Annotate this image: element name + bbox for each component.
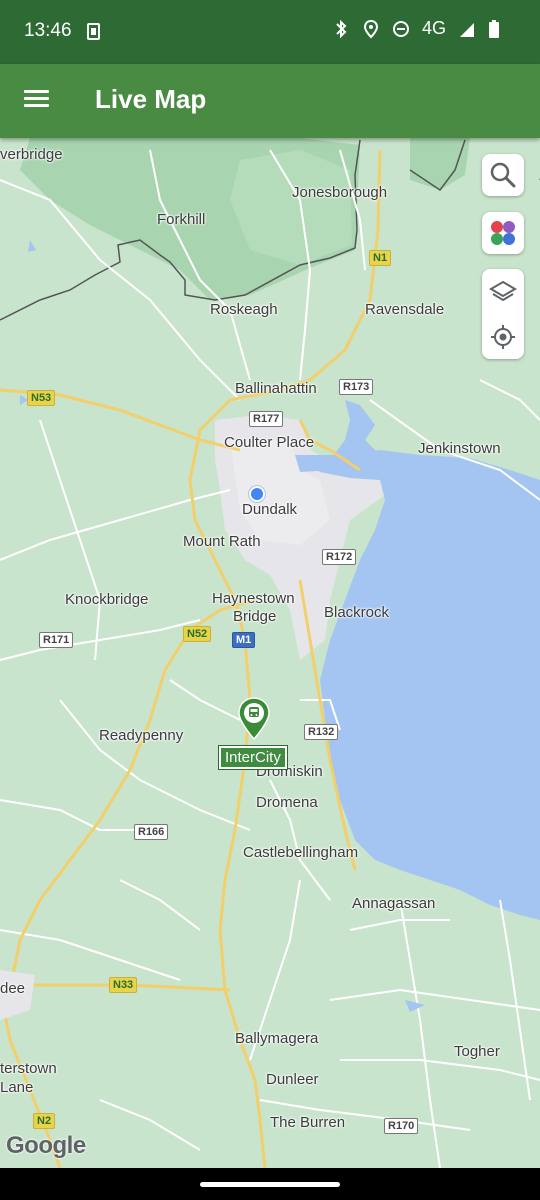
- place-label: Dunleer: [266, 1071, 319, 1088]
- road-shield-n2: N2: [33, 1113, 56, 1129]
- place-label: Blackrock: [324, 604, 390, 621]
- place-label: Ballinahattin: [235, 380, 317, 397]
- place-label: Togher: [454, 1043, 500, 1060]
- road-shield-r177: R177: [249, 411, 284, 427]
- place-label: Ballymagera: [235, 1030, 319, 1047]
- train-icon: [249, 707, 259, 717]
- app-bar: Live Map: [0, 64, 540, 138]
- location-icon: [362, 19, 380, 39]
- map-view[interactable]: verbridge Jonesborough Forkhill Roskeagh…: [0, 138, 540, 1168]
- place-label: Knockbridge: [65, 591, 149, 608]
- place-label: dee: [0, 980, 26, 997]
- place-label: verbridge: [0, 146, 63, 163]
- hamburger-menu-icon[interactable]: [18, 86, 54, 116]
- place-label: Readypenny: [99, 727, 184, 744]
- battery-icon: [488, 19, 506, 39]
- navigation-bar: [0, 1168, 540, 1200]
- place-label: Bridge: [233, 608, 277, 625]
- place-label: Castlebellingham: [243, 844, 359, 861]
- road-shield-r171: R171: [39, 632, 74, 648]
- network-type: 4G: [421, 18, 446, 38]
- place-label: Jenkinstown: [418, 440, 501, 457]
- signal-icon: [458, 19, 476, 39]
- road-shield-n53: N53: [27, 390, 56, 406]
- place-label: Haynestown: [212, 590, 295, 607]
- user-location-dot: [249, 486, 265, 502]
- do-not-disturb-icon: [392, 19, 410, 39]
- status-icons: 4G: [332, 18, 506, 39]
- train-station-marker[interactable]: [236, 696, 272, 741]
- app-title: Live Map: [95, 84, 207, 114]
- road-shield-n52: N52: [183, 626, 212, 642]
- place-label: Annagassan: [352, 895, 436, 912]
- place-label: The Burren: [270, 1114, 346, 1131]
- my-location-icon[interactable]: [482, 314, 524, 359]
- place-label: Roskeagh: [210, 301, 278, 318]
- status-bar: 13:46 4G: [0, 0, 540, 64]
- google-logo: Google: [6, 1132, 86, 1159]
- place-label: Dundalk: [242, 501, 298, 518]
- place-label: Mount Rath: [183, 533, 261, 550]
- place-label: Lane: [0, 1079, 34, 1096]
- road-shield-r166: R166: [134, 824, 169, 840]
- road-shield-n1: N1: [369, 250, 392, 266]
- road-shield-m1: M1: [232, 632, 256, 648]
- screen: 13:46 4G Live Map verbridge Jonesborough…: [0, 0, 540, 1200]
- road-shield-r173: R173: [339, 379, 374, 395]
- road-shield-r172: R172: [322, 549, 357, 565]
- status-time: 13:46: [24, 20, 72, 41]
- sim-card-icon: [87, 23, 100, 40]
- place-label: Dromena: [256, 794, 318, 811]
- road-shield-r132: R132: [304, 724, 339, 740]
- place-label: Jonesborough: [292, 184, 388, 201]
- color-palette-icon[interactable]: [482, 212, 524, 254]
- place-label: Coulter Place: [224, 434, 315, 451]
- place-label: terstown: [0, 1060, 57, 1077]
- map-layer-controls: [482, 269, 524, 359]
- intercity-label[interactable]: InterCity: [218, 745, 288, 770]
- place-label: Forkhill: [157, 211, 206, 228]
- layers-icon[interactable]: [482, 269, 524, 314]
- bluetooth-icon: [332, 19, 350, 39]
- search-icon[interactable]: [482, 154, 524, 196]
- home-gesture-bar[interactable]: [200, 1182, 340, 1187]
- road-shield-r170: R170: [384, 1118, 419, 1134]
- map-canvas: [0, 138, 540, 1168]
- place-label: Ravensdale: [365, 301, 445, 318]
- road-shield-n33: N33: [109, 977, 138, 993]
